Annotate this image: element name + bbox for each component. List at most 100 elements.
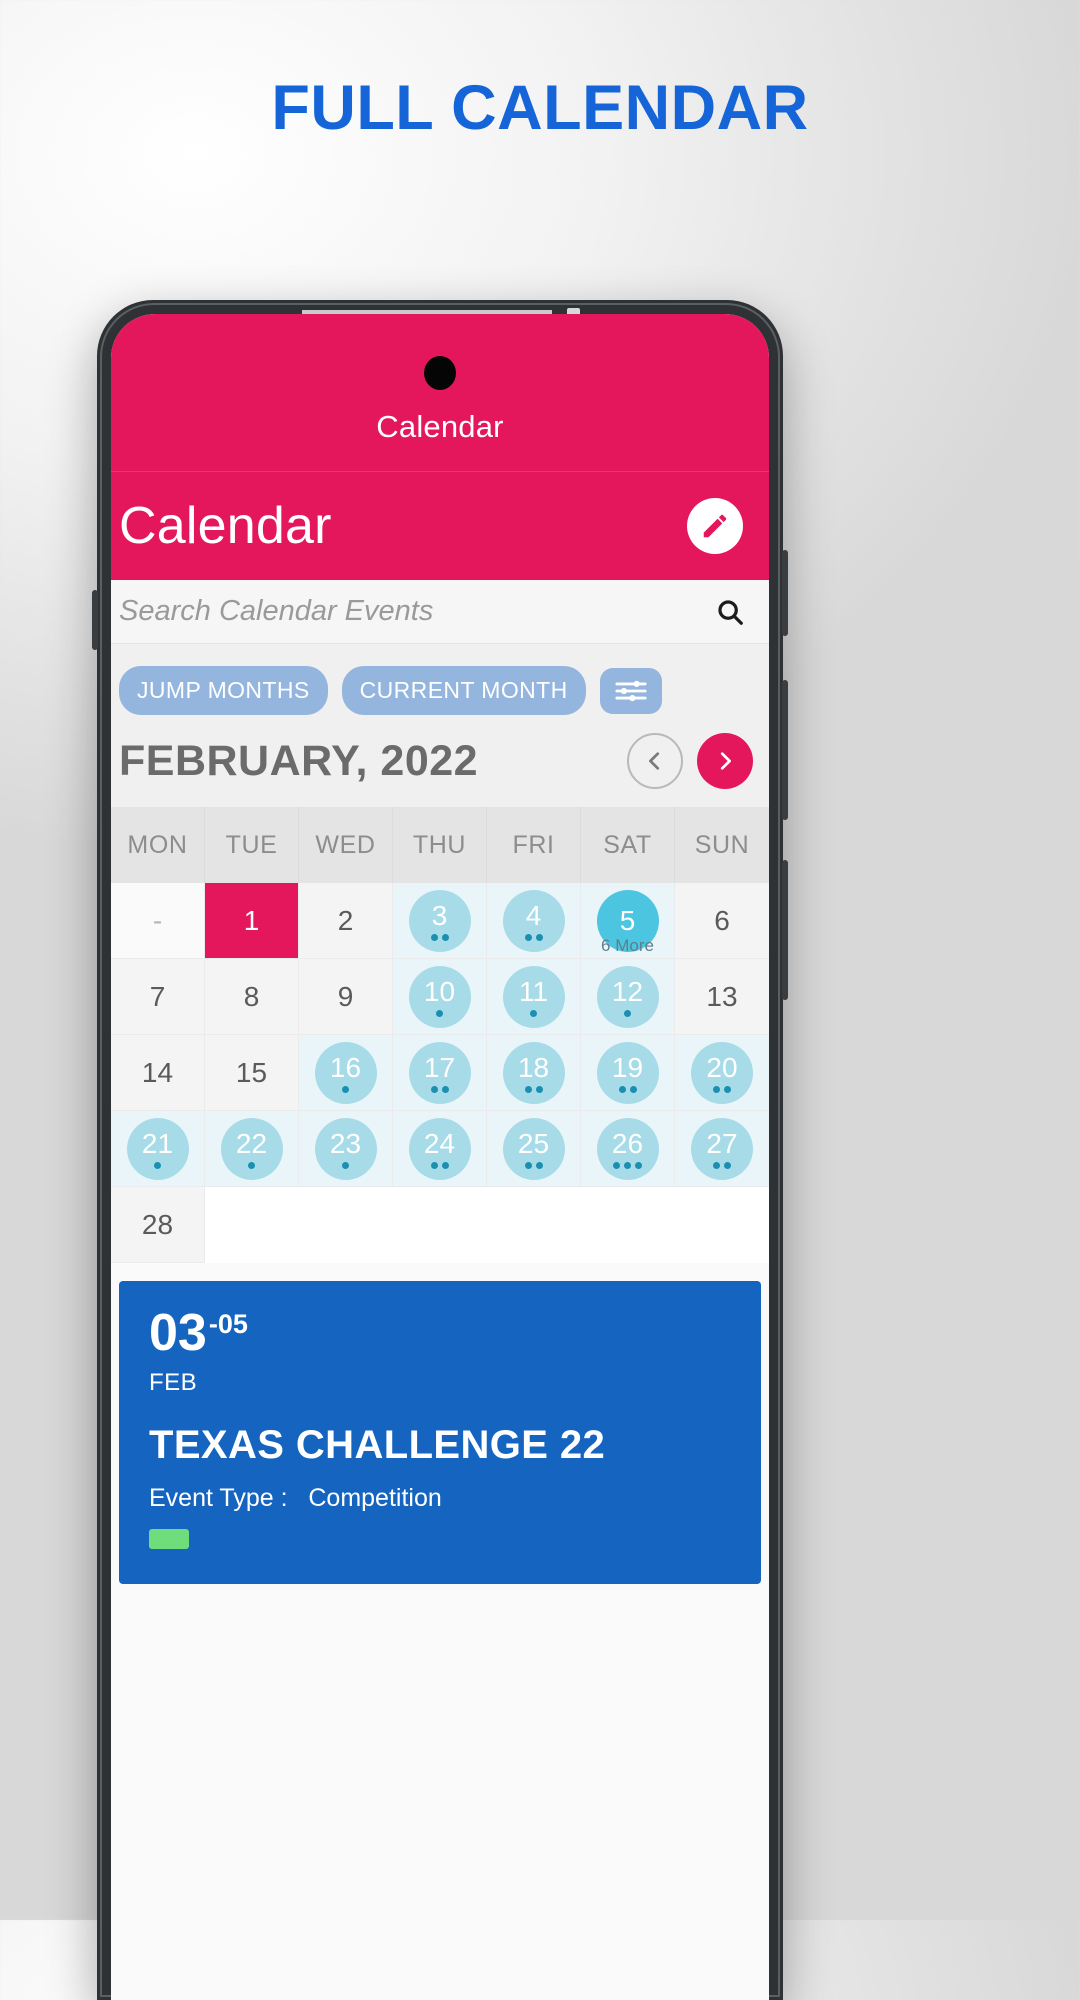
event-dot (436, 1010, 443, 1017)
calendar-day-cell[interactable]: 12 (581, 959, 675, 1035)
event-status-badge[interactable] (149, 1529, 189, 1549)
search-input[interactable] (119, 595, 715, 628)
day-number-pill: - (127, 890, 189, 952)
calendar-day-cell[interactable]: 17 (393, 1035, 487, 1111)
calendar-day-cell (299, 1187, 393, 1263)
day-number: 11 (518, 975, 549, 1007)
day-number: 27 (706, 1127, 738, 1159)
day-number-pill: 20 (691, 1041, 753, 1104)
calendar-day-cell[interactable]: 14 (111, 1035, 205, 1111)
event-dots (430, 934, 449, 942)
day-number-pill: 9 (315, 966, 377, 1028)
calendar-day-cell[interactable]: 15 (205, 1035, 299, 1111)
filter-settings-button[interactable] (599, 667, 662, 714)
calendar-day-cell[interactable]: 27 (675, 1111, 769, 1187)
calendar-day-cell (581, 1187, 675, 1263)
more-events-label[interactable]: 6 More (581, 936, 674, 956)
prev-month-button[interactable] (627, 733, 683, 789)
calendar-day-cell[interactable]: 22 (205, 1111, 299, 1187)
event-dot (524, 1162, 532, 1169)
promo-headline: FULL CALENDAR (271, 73, 809, 143)
day-number: 5 (619, 904, 636, 936)
calendar-day-cell[interactable]: 25 (487, 1111, 581, 1187)
calendar-day-cell[interactable]: 20 (675, 1035, 769, 1111)
day-number: 23 (329, 1127, 362, 1159)
day-number-pill: 23 (314, 1117, 377, 1180)
calendar-day-cell (675, 1187, 769, 1263)
phone-power-button[interactable] (782, 550, 788, 636)
calendar-day-cell[interactable]: 7 (111, 959, 205, 1035)
calendar-day-cell[interactable]: 56 More (581, 883, 675, 959)
calendar-day-cell[interactable]: 1 (205, 883, 299, 959)
calendar-day-cell[interactable]: 23 (299, 1111, 393, 1187)
event-type: Event Type : Competition (149, 1484, 731, 1513)
calendar-day-cell (205, 1187, 299, 1263)
calendar-day-cell[interactable]: 10 (393, 959, 487, 1035)
calendar-day-cell[interactable]: 26 (581, 1111, 675, 1187)
event-dots (248, 1162, 255, 1170)
weekday-sat: SAT (581, 807, 675, 883)
day-number: 8 (243, 980, 260, 1012)
event-dot (535, 934, 543, 941)
event-dot (248, 1162, 255, 1169)
calendar-day-cell[interactable]: 21 (111, 1111, 205, 1187)
day-number-pill: 2 (315, 890, 377, 952)
day-number: 10 (423, 975, 456, 1007)
weekday-tue: TUE (205, 807, 299, 883)
calendar-day-cell[interactable]: 19 (581, 1035, 675, 1111)
calendar-day-cell[interactable]: 2 (299, 883, 393, 959)
event-dot (618, 1086, 626, 1093)
search-bar[interactable] (111, 580, 769, 644)
event-dots (713, 1162, 731, 1170)
month-nav (627, 733, 753, 789)
day-number-pill: 12 (596, 965, 659, 1028)
event-type-label: Event Type : (149, 1484, 288, 1512)
calendar-day-cell[interactable]: 18 (487, 1035, 581, 1111)
event-dots (430, 1086, 449, 1094)
event-dots (436, 1010, 443, 1018)
pencil-icon (700, 511, 730, 541)
event-type-value: Competition (308, 1484, 442, 1512)
chip-current-month[interactable]: CURRENT MONTH (341, 666, 586, 715)
month-header: FEBRUARY, 2022 (111, 731, 769, 807)
phone-volume-down-button[interactable] (782, 860, 788, 1000)
event-dot (724, 1086, 731, 1093)
event-card[interactable]: 03 -05 FEB TEXAS CHALLENGE 22 Event Type… (119, 1281, 761, 1584)
event-dot (713, 1162, 720, 1169)
calendar-day-cell[interactable]: 8 (205, 959, 299, 1035)
day-number-pill: 16 (314, 1041, 377, 1104)
event-dots (613, 1162, 642, 1170)
phone-volume-up-button[interactable] (782, 680, 788, 820)
calendar-day-cell[interactable]: - (111, 883, 205, 959)
day-number: 14 (141, 1056, 174, 1088)
page-title: Calendar (119, 497, 332, 555)
calendar-day-cell[interactable]: 13 (675, 959, 769, 1035)
calendar-day-cell[interactable]: 3 (393, 883, 487, 959)
calendar-day-cell[interactable]: 28 (111, 1187, 205, 1263)
day-number-pill: 1 (205, 883, 298, 958)
event-dots (524, 1162, 543, 1170)
day-number: 17 (423, 1051, 456, 1083)
day-number-pill: 27 (691, 1117, 753, 1180)
day-number-pill: 28 (127, 1194, 189, 1256)
event-dot (624, 1162, 631, 1169)
search-icon[interactable] (715, 597, 745, 627)
calendar-day-cell[interactable]: 9 (299, 959, 393, 1035)
event-day-end: -05 (208, 1309, 248, 1339)
event-dot (530, 1010, 537, 1017)
next-month-button[interactable] (697, 733, 753, 789)
event-day-start: 03 (149, 1304, 207, 1362)
weekday-header: MON TUE WED THU FRI SAT SUN (111, 807, 769, 883)
calendar-day-cell[interactable]: 4 (487, 883, 581, 959)
event-dot (441, 934, 449, 941)
event-dot (535, 1086, 543, 1093)
calendar-day-cell[interactable]: 24 (393, 1111, 487, 1187)
edit-button[interactable] (687, 498, 743, 554)
calendar-day-cell[interactable]: 11 (487, 959, 581, 1035)
day-number: 15 (235, 1056, 268, 1088)
event-dots (430, 1162, 449, 1170)
calendar-day-cell[interactable]: 16 (299, 1035, 393, 1111)
chip-jump-months[interactable]: JUMP MONTHS (119, 666, 328, 715)
calendar-day-cell[interactable]: 6 (675, 883, 769, 959)
day-number: 6 (714, 904, 730, 936)
